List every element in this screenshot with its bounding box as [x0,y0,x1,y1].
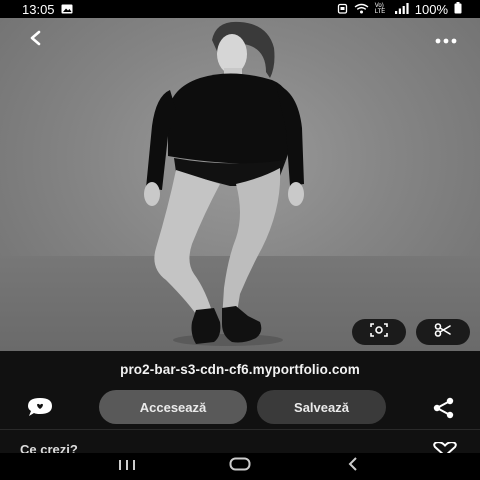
pin-photo [144,21,304,346]
signal-icon [394,2,409,17]
visual-search-button[interactable] [352,319,406,345]
source-url[interactable]: pro2-bar-s3-cdn-cf6.myportfolio.com [120,362,360,377]
share-button[interactable] [432,397,456,419]
alarm-icon [337,2,348,17]
home-icon [229,457,251,476]
gallery-notification-icon [61,2,73,17]
scissors-icon [434,322,452,342]
system-back-icon [347,457,359,476]
back-arrow-icon [27,29,45,52]
battery-percent: 100% [414,1,448,17]
share-icon [432,397,456,423]
chat-button[interactable] [26,395,54,419]
action-row: Accesează Salvează [0,387,480,429]
battery-icon [454,1,462,17]
visit-button[interactable]: Accesează [99,390,247,424]
status-left: 13:05 [22,2,73,17]
system-back-button[interactable] [333,457,373,477]
pin-image-viewer[interactable] [0,18,480,351]
recent-apps-button[interactable] [107,457,147,477]
status-right: Vo) LTE 100% [337,1,462,17]
back-button[interactable] [20,24,52,56]
home-button[interactable] [220,457,260,477]
network-label: Vo) LTE [374,3,386,15]
more-options-button[interactable] [430,24,462,56]
source-row[interactable]: pro2-bar-s3-cdn-cf6.myportfolio.com [0,351,480,387]
system-nav-bar [0,453,480,480]
crop-button[interactable] [416,319,470,345]
status-bar: 13:05 Vo) LTE 100% [0,0,480,18]
save-button[interactable]: Salvează [257,390,386,424]
comment-row: Ce crezi? [0,429,480,458]
status-time: 13:05 [22,1,55,17]
wifi-icon [354,2,369,17]
visual-search-icon [369,322,389,343]
recent-apps-icon [118,458,136,476]
chat-bubble-icon [26,398,54,423]
more-options-icon [435,31,457,49]
